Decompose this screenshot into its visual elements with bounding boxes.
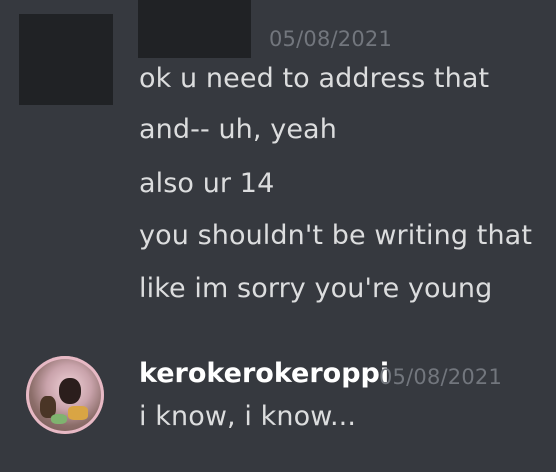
redacted-avatar[interactable] [19,14,113,105]
avatar-figure [59,378,81,404]
message-line: ok u need to address that [139,63,490,94]
redacted-username[interactable] [138,0,251,58]
chat-message-list: 05/08/2021 ok u need to address that and… [0,0,556,472]
message-line: like im sorry you're young [139,273,493,304]
avatar-figure [68,406,88,420]
avatar-figure [51,414,67,424]
user-avatar[interactable] [26,356,104,434]
message-timestamp[interactable]: 05/08/2021 [379,365,502,389]
message-line: and-- uh, yeah [139,114,337,145]
message-line: also ur 14 [139,168,275,199]
username[interactable]: kerokerokeroppi [139,358,389,389]
message-line: i know, i know... [139,401,357,432]
message-timestamp[interactable]: 05/08/2021 [269,27,392,51]
message-line: you shouldn't be writing that [139,220,533,251]
